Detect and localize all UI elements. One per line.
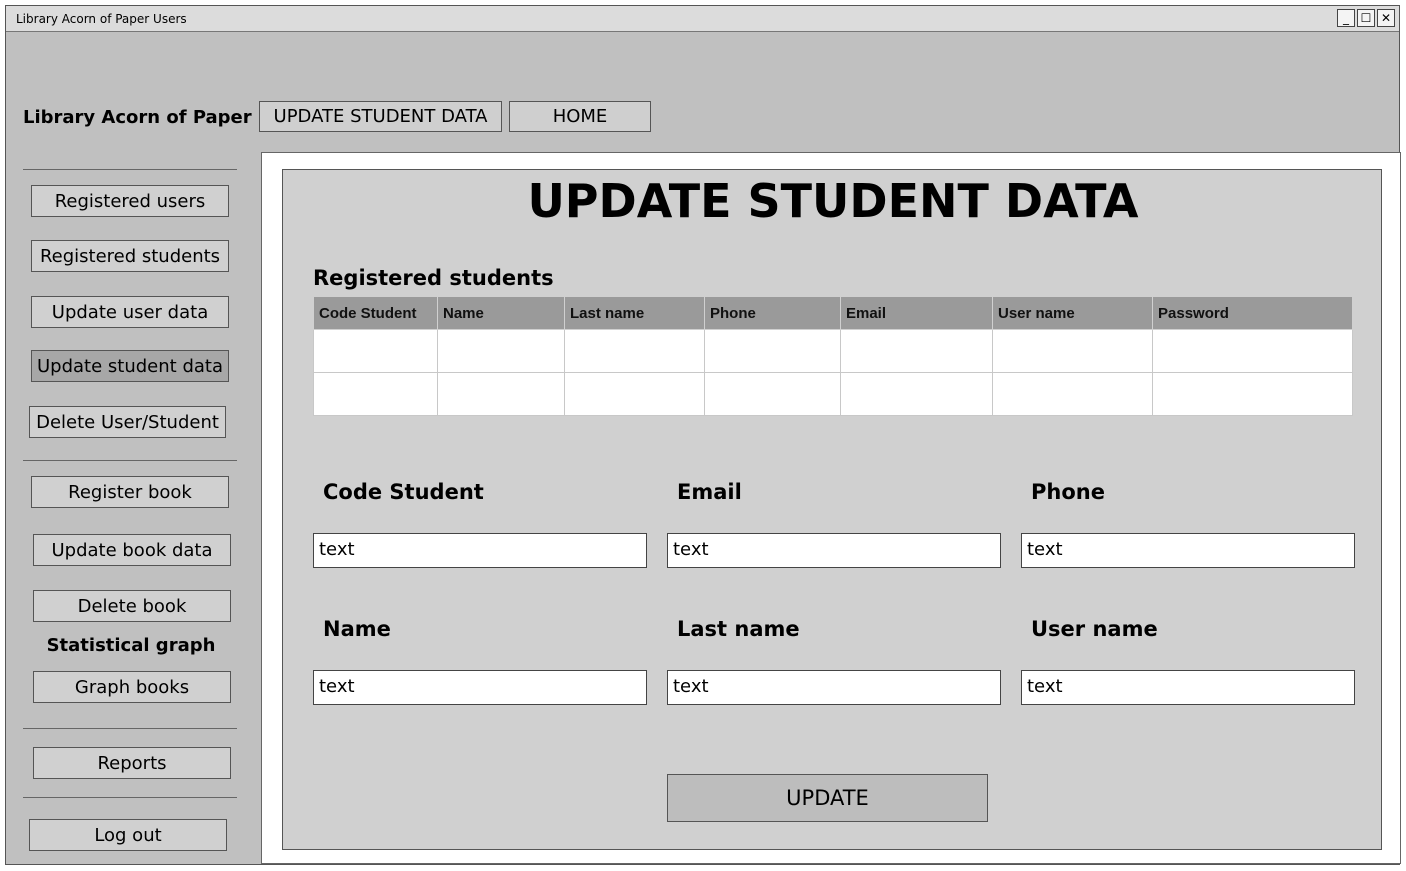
sidebar-item-log-out[interactable]: Log out xyxy=(29,819,227,851)
table-cell xyxy=(992,372,1153,416)
table-cell xyxy=(992,329,1153,373)
code-student-label: Code Student xyxy=(323,480,484,504)
sidebar-divider xyxy=(23,728,237,729)
table-cell xyxy=(1152,372,1353,416)
tab-update-student-data[interactable]: UPDATE STUDENT DATA xyxy=(259,101,502,132)
sidebar-section-heading: Statistical graph xyxy=(46,635,216,656)
last-name-field[interactable]: text xyxy=(667,670,1001,705)
table-row[interactable] xyxy=(313,372,1353,416)
table-row[interactable] xyxy=(313,329,1353,373)
sidebar-item-reports[interactable]: Reports xyxy=(33,747,231,779)
table-cell xyxy=(840,329,993,373)
user-name-label: User name xyxy=(1031,617,1158,641)
column-header[interactable]: Last name xyxy=(564,296,705,330)
column-header[interactable]: Email xyxy=(840,296,993,330)
page-title: UPDATE STUDENT DATA xyxy=(527,174,1139,228)
sidebar-item-update-user-data[interactable]: Update user data xyxy=(31,296,229,328)
phone-label: Phone xyxy=(1031,480,1105,504)
code-student-field[interactable]: text xyxy=(313,533,647,568)
table-header-row: Code Student Name Last name Phone Email … xyxy=(313,296,1353,330)
sidebar-item-graph-books[interactable]: Graph books xyxy=(33,671,231,703)
column-header[interactable]: Password xyxy=(1152,296,1353,330)
update-student-panel: UPDATE STUDENT DATA Registered students … xyxy=(282,169,1382,850)
table-cell xyxy=(564,329,705,373)
table-cell xyxy=(564,372,705,416)
app-brand: Library Acorn of Paper xyxy=(23,107,252,128)
sidebar-divider xyxy=(23,460,237,461)
students-table: Code Student Name Last name Phone Email … xyxy=(313,296,1353,416)
table-title: Registered students xyxy=(313,266,554,290)
table-cell xyxy=(313,329,438,373)
close-icon[interactable]: ✕ xyxy=(1377,9,1395,27)
table-cell xyxy=(313,372,438,416)
table-cell xyxy=(437,329,565,373)
column-header[interactable]: User name xyxy=(992,296,1153,330)
table-cell xyxy=(704,372,841,416)
name-label: Name xyxy=(323,617,391,641)
table-cell xyxy=(704,329,841,373)
update-button[interactable]: UPDATE xyxy=(667,774,988,822)
column-header[interactable]: Phone xyxy=(704,296,841,330)
window-controls: _ ☐ ✕ xyxy=(1337,9,1395,27)
name-field[interactable]: text xyxy=(313,670,647,705)
content-area: UPDATE STUDENT DATA Registered students … xyxy=(261,152,1401,864)
sidebar-item-registered-students[interactable]: Registered students xyxy=(31,240,229,272)
last-name-label: Last name xyxy=(677,617,800,641)
sidebar-item-update-student-data[interactable]: Update student data xyxy=(31,350,229,382)
minimize-icon[interactable]: _ xyxy=(1337,9,1355,27)
table-cell xyxy=(437,372,565,416)
sidebar-item-register-book[interactable]: Register book xyxy=(31,476,229,508)
sidebar-item-update-book-data[interactable]: Update book data xyxy=(33,534,231,566)
phone-field[interactable]: text xyxy=(1021,533,1355,568)
user-name-field[interactable]: text xyxy=(1021,670,1355,705)
maximize-icon[interactable]: ☐ xyxy=(1357,9,1375,27)
app-window: Library Acorn of Paper Users _ ☐ ✕ Libra… xyxy=(5,5,1401,865)
column-header[interactable]: Name xyxy=(437,296,565,330)
sidebar-item-delete-book[interactable]: Delete book xyxy=(33,590,231,622)
column-header[interactable]: Code Student xyxy=(313,296,438,330)
sidebar-divider xyxy=(23,797,237,798)
title-bar: Library Acorn of Paper Users _ ☐ ✕ xyxy=(6,6,1399,32)
window-title: Library Acorn of Paper Users xyxy=(16,12,187,26)
table-cell xyxy=(840,372,993,416)
sidebar-item-registered-users[interactable]: Registered users xyxy=(31,185,229,217)
table-cell xyxy=(1152,329,1353,373)
email-label: Email xyxy=(677,480,742,504)
sidebar-divider xyxy=(23,169,237,170)
email-field[interactable]: text xyxy=(667,533,1001,568)
tab-home[interactable]: HOME xyxy=(509,101,651,132)
sidebar-item-delete-user-student[interactable]: Delete User/Student xyxy=(29,406,226,438)
